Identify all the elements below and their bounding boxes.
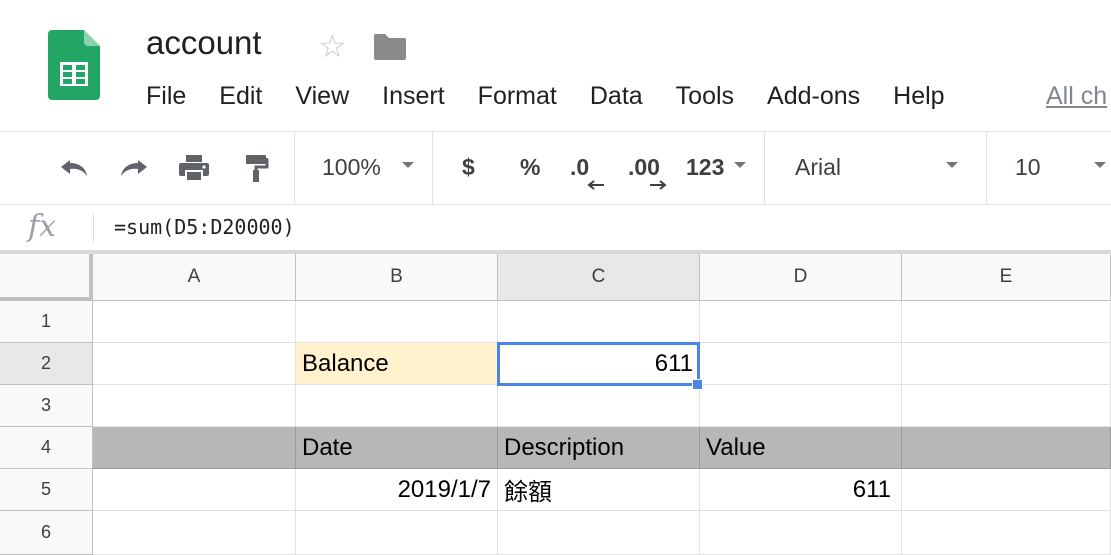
column-header-a[interactable]: A	[93, 254, 296, 301]
app-header: account ☆ File Edit View Insert Format D…	[0, 0, 1111, 132]
cell-b1[interactable]	[296, 301, 498, 343]
cell-d3[interactable]	[700, 385, 902, 427]
formula-input[interactable]: =sum(D5:D20000)	[114, 215, 295, 239]
sheets-logo-icon[interactable]	[48, 30, 100, 102]
save-status-link[interactable]: All ch	[1046, 82, 1107, 111]
toolbar-separator	[432, 132, 433, 204]
select-all-corner[interactable]	[0, 254, 93, 301]
cell-e3[interactable]	[902, 385, 1111, 427]
cell-e5[interactable]	[902, 469, 1111, 511]
cell-c1[interactable]	[498, 301, 700, 343]
undo-icon[interactable]	[56, 152, 92, 184]
cell-b2[interactable]: Balance	[296, 343, 498, 385]
document-title[interactable]: account	[146, 24, 262, 62]
cell-a4[interactable]	[93, 427, 296, 469]
formula-separator	[93, 214, 94, 242]
cell-e1[interactable]	[902, 301, 1111, 343]
menu-help[interactable]: Help	[893, 82, 944, 111]
number-format-select[interactable]: 123	[686, 154, 724, 181]
cell-b4[interactable]: Date	[296, 427, 498, 469]
row-header-5[interactable]: 5	[0, 469, 93, 511]
cell-d4[interactable]: Value	[700, 427, 902, 469]
menu-tools[interactable]: Tools	[676, 82, 734, 111]
cell-a6[interactable]	[93, 511, 296, 555]
print-icon[interactable]	[176, 152, 212, 184]
currency-format-button[interactable]: $	[462, 154, 475, 181]
column-header-c[interactable]: C	[498, 254, 700, 301]
decrease-decimal-button[interactable]: .0	[570, 154, 589, 181]
toolbar-separator	[764, 132, 765, 204]
toolbar-separator	[986, 132, 987, 204]
menu-edit[interactable]: Edit	[219, 82, 262, 111]
cell-e2[interactable]	[902, 343, 1111, 385]
column-header-e[interactable]: E	[902, 254, 1111, 301]
menu-bar: File Edit View Insert Format Data Tools …	[146, 82, 978, 111]
cell-d2[interactable]	[700, 343, 902, 385]
cell-c4[interactable]: Description	[498, 427, 700, 469]
menu-format[interactable]: Format	[478, 82, 557, 111]
cell-c6[interactable]	[498, 511, 700, 555]
cell-a5[interactable]	[93, 469, 296, 511]
toolbar: 100% $ % .0 .00 123 Arial 10	[0, 132, 1111, 204]
cell-c3[interactable]	[498, 385, 700, 427]
arrow-left-icon	[587, 180, 604, 190]
cell-b3[interactable]	[296, 385, 498, 427]
percent-format-button[interactable]: %	[520, 154, 540, 181]
cell-d6[interactable]	[700, 511, 902, 555]
cell-a3[interactable]	[93, 385, 296, 427]
fx-icon: fx	[28, 209, 57, 244]
row-header-6[interactable]: 6	[0, 511, 93, 555]
star-icon[interactable]: ☆	[318, 30, 347, 62]
arrow-right-icon	[650, 180, 667, 190]
row-header-2[interactable]: 2	[0, 343, 93, 385]
menu-data[interactable]: Data	[590, 82, 643, 111]
cell-b6[interactable]	[296, 511, 498, 555]
increase-decimal-button[interactable]: .00	[628, 154, 660, 181]
cell-d1[interactable]	[700, 301, 902, 343]
menu-insert[interactable]: Insert	[382, 82, 445, 111]
spreadsheet-grid: A B C D E 1 2 3 4 5 6 Balance 611 Date D…	[0, 254, 1111, 555]
toolbar-separator	[294, 132, 295, 204]
cell-a1[interactable]	[93, 301, 296, 343]
zoom-caret-icon[interactable]	[402, 162, 414, 168]
cell-b5[interactable]: 2019/1/7	[296, 469, 498, 511]
column-header-d[interactable]: D	[700, 254, 902, 301]
cell-e6[interactable]	[902, 511, 1111, 555]
row-header-1[interactable]: 1	[0, 301, 93, 343]
menu-file[interactable]: File	[146, 82, 186, 111]
cell-d5[interactable]: 611	[700, 469, 902, 511]
row-header-4[interactable]: 4	[0, 427, 93, 469]
zoom-select[interactable]: 100%	[322, 154, 381, 181]
cell-a2[interactable]	[93, 343, 296, 385]
folder-icon[interactable]	[372, 32, 408, 62]
font-caret-icon[interactable]	[946, 162, 958, 168]
paint-format-icon[interactable]	[238, 152, 274, 184]
number-format-caret-icon[interactable]	[734, 162, 746, 168]
font-size-caret-icon[interactable]	[1094, 162, 1106, 168]
font-size-select[interactable]: 10	[1015, 154, 1041, 181]
cell-e4[interactable]	[902, 427, 1111, 469]
cell-c5[interactable]: 餘額	[498, 469, 700, 511]
row-header-3[interactable]: 3	[0, 385, 93, 427]
fill-handle[interactable]	[692, 379, 703, 390]
font-family-select[interactable]: Arial	[795, 154, 841, 181]
column-header-b[interactable]: B	[296, 254, 498, 301]
redo-icon[interactable]	[116, 152, 152, 184]
menu-add-ons[interactable]: Add-ons	[767, 82, 860, 111]
formula-bar: fx =sum(D5:D20000)	[0, 205, 1111, 251]
cell-c2[interactable]: 611	[498, 343, 700, 385]
menu-view[interactable]: View	[295, 82, 349, 111]
